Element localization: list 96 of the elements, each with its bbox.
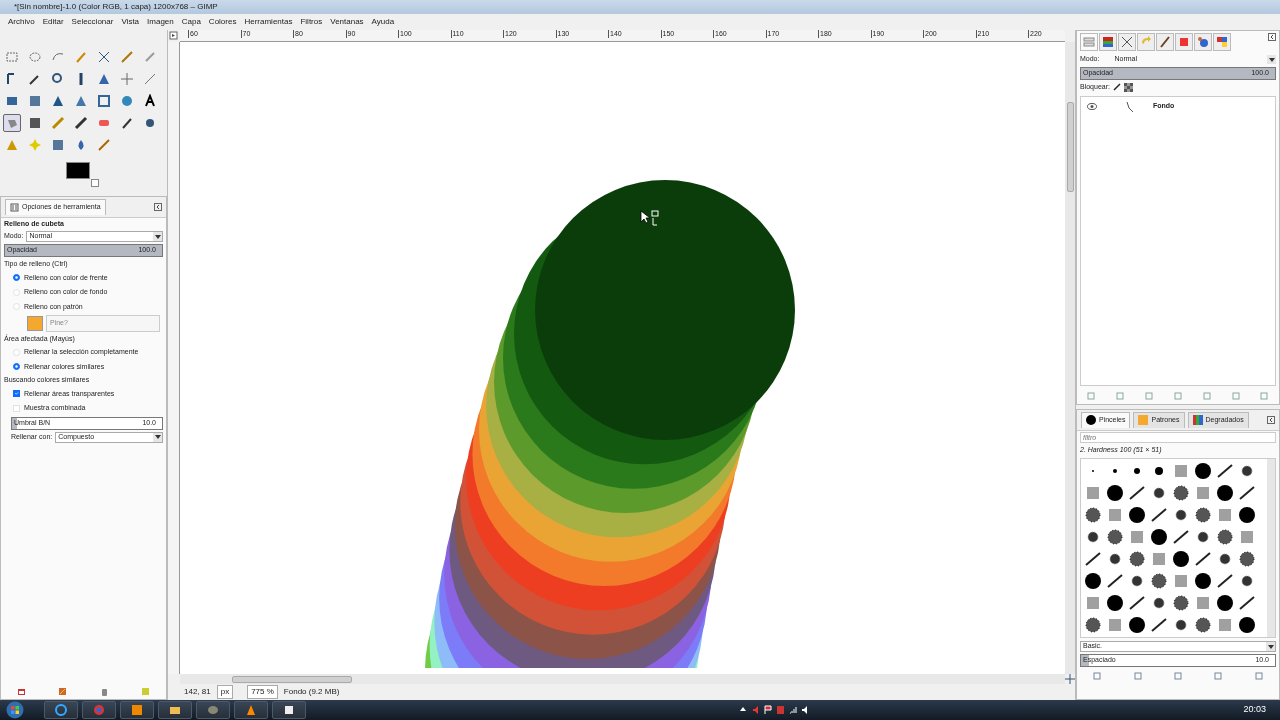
taskbar-button[interactable] [234, 701, 268, 719]
window-title: *[Sin nombre]-1.0 (Color RGB, 1 capa) 1200x768 – GIMP [14, 1, 218, 13]
dock-tab-icon [1177, 35, 1191, 49]
pointer-coordinates: 142, 81 [184, 686, 211, 698]
unit-dropdown[interactable]: px [216, 685, 234, 699]
caret-icon [1267, 644, 1274, 649]
start-orb-icon[interactable] [6, 701, 24, 719]
horizontal-scrollbar[interactable] [180, 674, 1065, 684]
signal-icon[interactable] [789, 705, 798, 715]
menu-item[interactable]: Colores [204, 16, 241, 28]
menu-item[interactable]: Ventanas [326, 16, 368, 28]
menu-item[interactable]: Herramientas [240, 16, 297, 28]
tool-icon [28, 138, 42, 152]
menu-item[interactable]: Archivo [4, 16, 39, 28]
menu-item[interactable]: Vista [117, 16, 144, 28]
taskbar-button[interactable] [44, 701, 78, 719]
menu-item[interactable]: Ayuda [367, 16, 399, 28]
menu-item[interactable]: Filtros [296, 16, 327, 28]
dock-tab[interactable] [1175, 33, 1193, 51]
status-message: Fondo (9.2 MB) [283, 686, 340, 698]
tool-icon [97, 138, 111, 152]
menu-item[interactable]: Capa [177, 16, 205, 28]
radio-button[interactable] [13, 363, 20, 371]
navigation-icon[interactable] [168, 30, 180, 42]
gradient-icon [1192, 415, 1203, 426]
speaker-icon[interactable] [751, 705, 761, 715]
tool-icon [120, 72, 134, 86]
taskbar-button[interactable] [158, 701, 192, 719]
brush-lock-icon[interactable] [1112, 83, 1121, 92]
checker-lock-icon[interactable] [1123, 82, 1133, 92]
tool-icon [97, 72, 111, 86]
dock-tab-icon [1101, 35, 1115, 49]
tool-icon [74, 94, 88, 108]
tool-icon [143, 116, 157, 130]
tool-icon [120, 116, 134, 130]
tool-icon [51, 116, 65, 130]
zoom-fit-icon[interactable] [1065, 674, 1075, 684]
dock-tab-icon [1158, 35, 1172, 49]
tool-icon [5, 50, 19, 64]
caret-icon [154, 435, 161, 439]
dock-menu-icon[interactable] [1268, 33, 1276, 41]
tool-icon [120, 94, 134, 108]
layer-thumbnail [1126, 100, 1134, 113]
folder-icon [169, 704, 181, 716]
tool-icon [51, 138, 65, 152]
pattern-swatch[interactable] [27, 315, 43, 331]
tool-icon [143, 94, 157, 108]
checkbox[interactable] [13, 390, 20, 398]
dock-tab-icon [1215, 35, 1229, 49]
dock-tab[interactable] [1118, 33, 1136, 51]
tool-icon [143, 72, 157, 86]
dock-tab-icon [1082, 35, 1096, 49]
tool-icon [28, 116, 42, 130]
dock-tab[interactable] [1156, 33, 1174, 51]
scrollbar-thumb[interactable] [1066, 102, 1074, 192]
dock-menu-icon[interactable] [1267, 415, 1275, 424]
zoom-dropdown[interactable]: 775 % [247, 685, 278, 699]
taskbar-button[interactable] [120, 701, 154, 719]
clock[interactable]: 20:03 [1243, 703, 1266, 717]
mouse-cursor-icon [640, 210, 660, 228]
background-color-swatch[interactable] [91, 179, 99, 187]
vertical-scrollbar[interactable] [1065, 42, 1075, 674]
radio-button[interactable] [13, 274, 20, 282]
tool-icon [28, 94, 42, 108]
dock-tab[interactable] [1099, 33, 1117, 51]
taskbar-button[interactable] [272, 701, 306, 719]
scrollbar-thumb[interactable] [232, 675, 352, 683]
tool-icon [74, 116, 88, 130]
dock-tab-icon [1196, 35, 1210, 49]
caret-icon [1268, 57, 1275, 62]
tool-icon [120, 50, 134, 64]
tool-icon [97, 94, 111, 108]
brushes-scrollbar[interactable] [1267, 459, 1275, 637]
tool-icon [5, 94, 19, 108]
dock-tab[interactable] [1194, 33, 1212, 51]
tool-icon [143, 50, 157, 64]
caret-icon [154, 234, 161, 239]
pattern-icon [1138, 415, 1149, 426]
tool-icon [74, 50, 88, 64]
tool-icon [51, 94, 65, 108]
menu-item[interactable]: Editar [38, 16, 68, 28]
tool-icon [5, 138, 19, 152]
dock-menu-icon[interactable] [154, 202, 162, 211]
traffic-cone-icon [245, 704, 257, 716]
dock-tab[interactable] [1213, 33, 1231, 51]
menu-item[interactable]: Imagen [143, 16, 178, 28]
tool-icon [28, 72, 42, 86]
round-brush-icon [1086, 415, 1096, 426]
tool-icon [97, 50, 111, 64]
foreground-color-swatch[interactable] [66, 162, 90, 179]
tool-icon [28, 50, 42, 64]
flag-icon[interactable] [764, 705, 773, 715]
tool-button[interactable] [72, 114, 90, 132]
dock-tab-icon [1120, 35, 1134, 49]
menu-item[interactable]: Seleccionar [67, 16, 118, 28]
tool-icon [51, 72, 65, 86]
